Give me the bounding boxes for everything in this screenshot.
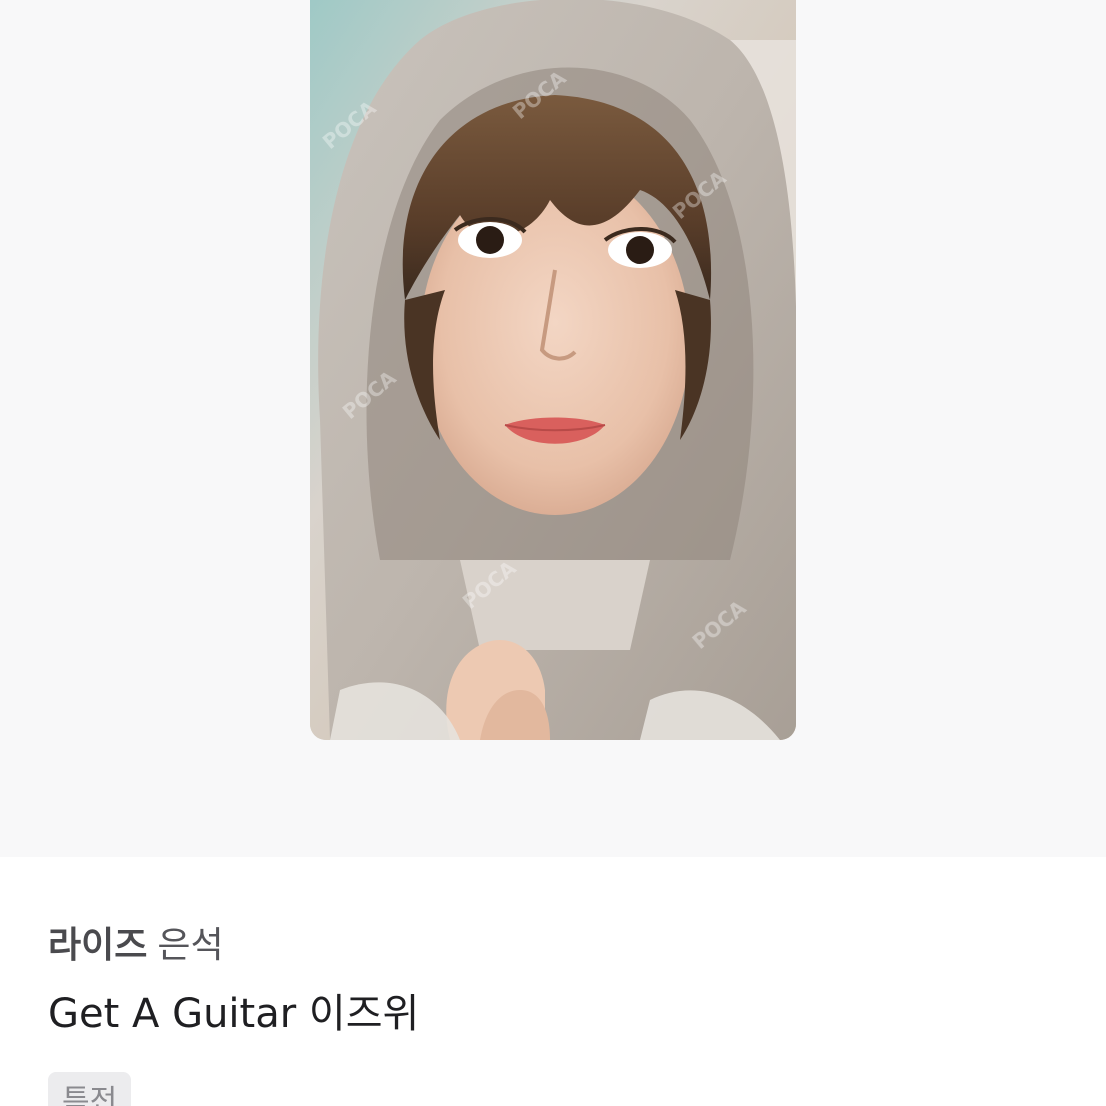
artist-line: 라이즈 은석: [48, 924, 224, 968]
category-tag[interactable]: 특전: [48, 1072, 132, 1106]
photocard-illustration: POCA POCA POCA POCA POCA POCA: [310, 0, 796, 740]
member-name: 은석: [157, 925, 224, 966]
photocard-image[interactable]: POCA POCA POCA POCA POCA POCA: [310, 0, 796, 740]
product-title: Get A Guitar 이즈위: [48, 991, 420, 1037]
product-detail-page: POCA POCA POCA POCA POCA POCA 라이즈 은석 Get …: [0, 0, 1106, 1106]
group-name: 라이즈: [48, 925, 148, 966]
photo-viewer[interactable]: POCA POCA POCA POCA POCA POCA: [0, 0, 1106, 857]
product-info-panel: [0, 857, 1106, 1106]
